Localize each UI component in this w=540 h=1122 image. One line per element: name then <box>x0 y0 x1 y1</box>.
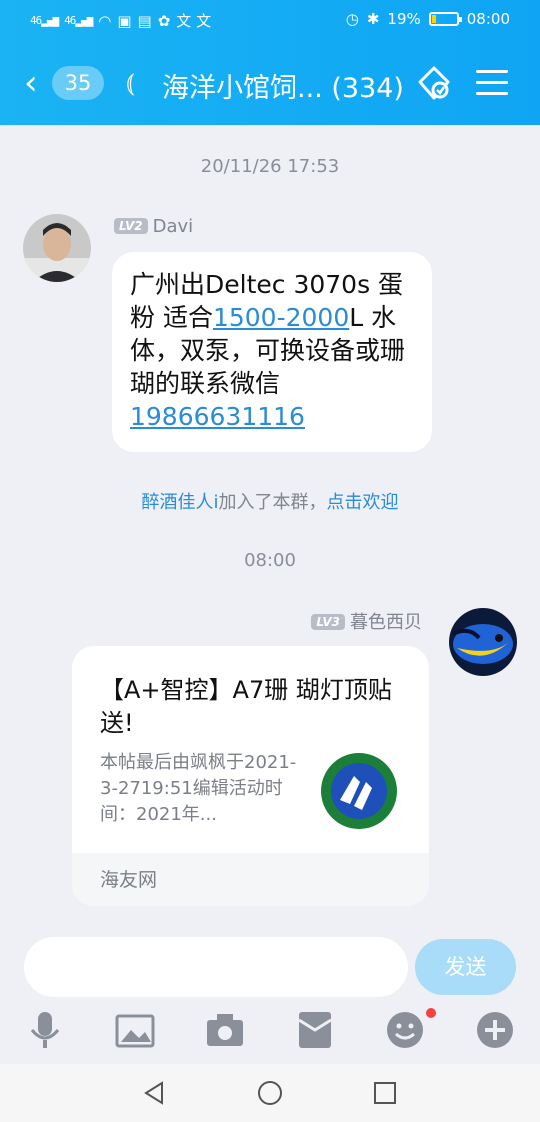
chat-nav: ‹ 35 ⦅ 海洋小馆饲... (334) <box>0 58 540 110</box>
avatar[interactable] <box>449 608 517 676</box>
avatar[interactable] <box>23 214 91 282</box>
range-link[interactable]: 1500-2000 <box>213 303 349 332</box>
card-title: 【A+智控】A7珊 瑚灯顶贴送! <box>100 676 392 737</box>
system-message: 醉酒佳人i加入了本群，点击欢迎 <box>141 492 399 513</box>
redpacket-icon[interactable] <box>293 1008 337 1052</box>
message-timestamp: 08:00 <box>244 550 296 571</box>
menu-icon[interactable] <box>476 70 508 98</box>
signal-icon: 46▂▄▆ <box>64 14 93 27</box>
signal-icon: 46▂▄▆ <box>30 14 59 27</box>
notification-icon: ✿ <box>157 11 171 30</box>
message-bubble[interactable]: 广州出Deltec 3070s 蛋粉 适合1500-2000L 水体，双泵，可换… <box>112 252 432 452</box>
system-nav-bar <box>0 1064 540 1122</box>
bluetooth-icon: ✱ <box>366 10 380 28</box>
send-button[interactable]: 发送 <box>415 939 516 995</box>
camera-icon[interactable] <box>203 1008 247 1052</box>
joined-user-link[interactable]: 醉酒佳人i <box>141 492 218 513</box>
chat-title[interactable]: 海洋小馆饲... (334) <box>162 66 404 105</box>
card-description: 本帖最后由飒枫于2021-3-2719:51编辑活动时间：2021年... <box>100 752 297 825</box>
link-card[interactable]: 【A+智控】A7珊 瑚灯顶贴送! 本帖最后由飒枫于2021-3-2719:51编… <box>72 646 429 906</box>
phone-link[interactable]: 19866631116 <box>130 402 305 431</box>
image-icon[interactable] <box>113 1008 157 1052</box>
message-input[interactable] <box>24 937 408 997</box>
home-nav-icon[interactable] <box>257 1080 283 1106</box>
notification-icon: ▤ <box>137 11 152 30</box>
plus-icon[interactable] <box>473 1008 517 1052</box>
ear-icon[interactable]: ⦅ <box>126 68 135 99</box>
card-source: 海友网 <box>72 853 429 906</box>
emoji-icon[interactable] <box>383 1008 427 1052</box>
mic-icon[interactable] <box>23 1008 67 1052</box>
back-nav-icon[interactable] <box>142 1080 168 1106</box>
card-thumbnail <box>321 753 397 829</box>
status-time: 08:00 <box>466 10 510 28</box>
notification-dot <box>426 1008 436 1018</box>
alarm-icon: ◷ <box>345 10 359 28</box>
toolbar <box>0 1008 540 1060</box>
status-bar: 46▂▄▆ 46▂▄▆ ◠ ▣ ▤ ✿ 文 文 ◷ ✱ 19% 08:00 <box>0 0 540 40</box>
wifi-icon: ◠ <box>98 11 112 30</box>
notification-icon: ▣ <box>117 11 132 30</box>
level-badge: LV2 <box>114 218 148 234</box>
level-badge: LV3 <box>311 614 345 630</box>
battery-icon <box>428 12 462 26</box>
notification-icon: 文 文 <box>176 12 212 30</box>
sender-name: LV3 暮色西贝 <box>311 608 422 634</box>
back-button[interactable]: ‹ <box>24 64 38 102</box>
battery-percent: 19% <box>387 10 421 28</box>
message-timestamp: 20/11/26 17:53 <box>200 156 340 177</box>
top-bar: 46▂▄▆ 46▂▄▆ ◠ ▣ ▤ ✿ 文 文 ◷ ✱ 19% 08:00 ‹ … <box>0 0 540 125</box>
shield-icon[interactable] <box>414 64 454 104</box>
recents-nav-icon[interactable] <box>372 1080 398 1106</box>
welcome-link[interactable]: 点击欢迎 <box>327 492 399 513</box>
sender-name: LV2 Davi <box>114 216 193 237</box>
unread-badge[interactable]: 35 <box>52 66 104 100</box>
